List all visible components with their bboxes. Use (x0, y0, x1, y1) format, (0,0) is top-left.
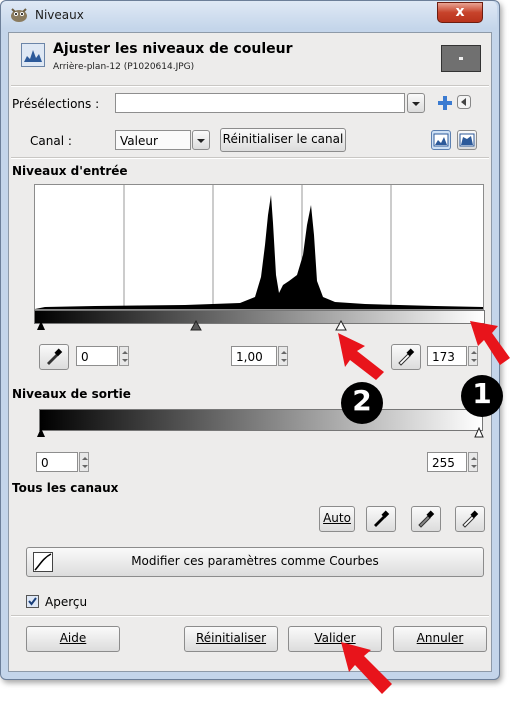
red-arrow-ok-icon (341, 642, 392, 694)
marker-2-label: 2 (352, 384, 372, 417)
red-arrow-2-icon (338, 333, 384, 380)
red-arrow-1-icon (470, 321, 510, 365)
annotation-layer (338, 321, 510, 694)
marker-1-label: 1 (472, 377, 492, 410)
